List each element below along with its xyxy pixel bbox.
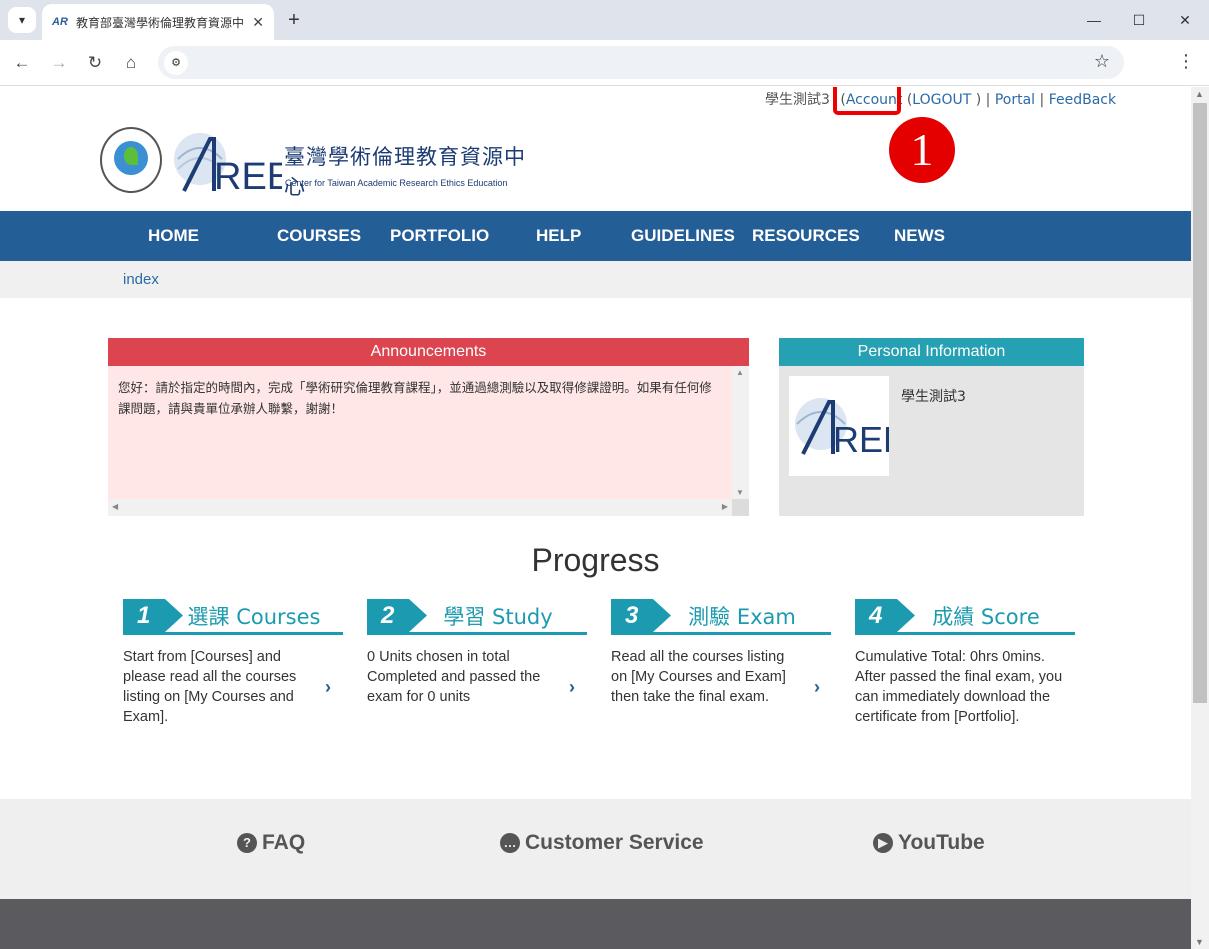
forward-arrow-icon[interactable]: →: [47, 51, 71, 75]
step-label: 測驗 Exam: [688, 605, 796, 629]
home-icon[interactable]: ⌂: [119, 51, 143, 75]
breadcrumb-index[interactable]: index: [123, 271, 159, 288]
tab-search-button[interactable]: ▾: [8, 7, 36, 33]
progress-step-courses: 1 選課 Courses Start from [Courses] and pl…: [123, 599, 343, 727]
personal-info-panel: Personal Information REE 學生測試3: [779, 338, 1084, 516]
nav-guidelines[interactable]: GUIDELINES: [631, 211, 735, 261]
question-icon: ?: [237, 833, 257, 853]
portal-link[interactable]: Portal: [995, 92, 1035, 108]
feedback-link[interactable]: FeedBack: [1049, 92, 1116, 108]
progress-step-exam: 3 測驗 Exam Read all the courses listing o…: [611, 599, 831, 707]
account-highlight-box: [833, 87, 901, 115]
step-text: 0 Units chosen in total Completed and pa…: [367, 649, 541, 705]
browser-tabbar: ▾ AR 教育部臺灣學術倫理教育資源中心 ✕ + — ☐ ✕: [0, 0, 1209, 40]
nav-portfolio[interactable]: PORTFOLIO: [390, 211, 489, 261]
chat-icon: …: [500, 833, 520, 853]
scroll-thumb[interactable]: [1193, 103, 1207, 703]
scroll-down-icon[interactable]: ▼: [736, 488, 744, 497]
announcements-panel: Announcements 您好：請於指定的時間內，完成「學術研究倫理教育課程」…: [108, 338, 749, 516]
nav-home[interactable]: HOME: [148, 211, 199, 261]
logout-link[interactable]: LOGOUT: [912, 92, 971, 108]
step-text: Start from [Courses] and please read all…: [123, 649, 297, 725]
step-number: 1: [123, 599, 183, 632]
scroll-down-icon[interactable]: ▼: [1195, 937, 1204, 947]
announcements-title: Announcements: [108, 338, 749, 366]
step-marker-badge: 1: [889, 117, 955, 183]
main-nav: HOME COURSES PORTFOLIO HELP GUIDELINES R…: [0, 211, 1191, 261]
browser-menu-icon[interactable]: ⋮: [1176, 51, 1196, 72]
footer-bottom: [0, 899, 1191, 949]
new-tab-button[interactable]: +: [284, 8, 304, 32]
nav-courses[interactable]: COURSES: [277, 211, 361, 261]
announcements-vscrollbar[interactable]: ▲ ▼: [732, 366, 749, 499]
footer-links: ? FAQ … Customer Service ▶ YouTube: [0, 799, 1191, 899]
faq-link[interactable]: ? FAQ: [237, 831, 305, 855]
step-number: 2: [367, 599, 427, 632]
browser-toolbar: ← → ↻ ⌂ ⚙ ☆ ⋮: [0, 40, 1209, 86]
step-label: 成績 Score: [932, 605, 1040, 629]
step-text: Read all the courses listing on [My Cour…: [611, 649, 786, 705]
progress-step-score: 4 成績 Score Cumulative Total: 0hrs 0mins.…: [855, 599, 1075, 727]
chevron-right-icon: ›: [325, 677, 331, 697]
avatar: REE: [789, 376, 907, 476]
svg-text:REE: REE: [214, 156, 282, 193]
personal-info-name: 學生測試3: [901, 389, 966, 405]
browser-tab[interactable]: AR 教育部臺灣學術倫理教育資源中心 ✕: [42, 4, 274, 40]
scroll-right-icon[interactable]: ▶: [722, 502, 728, 511]
customer-service-link[interactable]: … Customer Service: [500, 831, 704, 855]
youtube-link[interactable]: ▶ YouTube: [873, 831, 985, 855]
site-favicon-icon: AR: [52, 16, 68, 28]
logo-title-zh: 臺灣學術倫理教育資源中心: [284, 145, 526, 199]
progress-step-study: 2 學習 Study 0 Units chosen in total Compl…: [367, 599, 587, 707]
site-logo[interactable]: REE 臺灣學術倫理教育資源中心 Center for Taiwan Acade…: [100, 127, 530, 199]
page-scrollbar[interactable]: ▲ ▼: [1191, 87, 1209, 949]
tab-title: 教育部臺灣學術倫理教育資源中心: [76, 15, 244, 30]
reload-icon[interactable]: ↻: [83, 51, 107, 75]
scroll-left-icon[interactable]: ◀: [112, 502, 118, 511]
chevron-right-icon: ›: [814, 677, 820, 697]
bookmark-star-icon[interactable]: ☆: [1094, 51, 1110, 72]
announcements-hscrollbar[interactable]: ◀ ▶: [108, 499, 732, 516]
breadcrumb: index: [0, 261, 1191, 298]
announcements-text: 您好：請於指定的時間內，完成「學術研究倫理教育課程」，並通過總測驗以及取得修課證…: [108, 366, 732, 499]
close-window-icon[interactable]: ✕: [1170, 8, 1200, 32]
back-arrow-icon[interactable]: ←: [10, 51, 34, 75]
scroll-up-icon[interactable]: ▲: [1195, 89, 1204, 99]
minimize-icon[interactable]: —: [1079, 8, 1109, 32]
nav-help[interactable]: HELP: [536, 211, 581, 261]
nav-news[interactable]: NEWS: [894, 211, 945, 261]
svg-text:REE: REE: [833, 419, 889, 460]
scroll-up-icon[interactable]: ▲: [736, 368, 744, 377]
site-settings-icon[interactable]: ⚙: [164, 51, 188, 75]
page-viewport: 學生測試3 (Account (LOGOUT ) | Portal | Feed…: [0, 87, 1191, 949]
chevron-right-icon: ›: [569, 677, 575, 697]
close-tab-icon[interactable]: ✕: [252, 14, 264, 31]
address-bar[interactable]: ⚙ ☆: [158, 46, 1124, 79]
logo-title-en: Center for Taiwan Academic Research Ethi…: [285, 178, 508, 188]
username-label: 學生測試3: [765, 92, 830, 108]
moe-seal-icon: [100, 127, 162, 193]
personal-info-title: Personal Information: [779, 338, 1084, 366]
maximize-icon[interactable]: ☐: [1124, 8, 1154, 32]
user-bar: 學生測試3 (Account (LOGOUT ) | Portal | Feed…: [765, 92, 1117, 108]
aree-logo-icon: REE: [174, 133, 282, 193]
progress-title: Progress: [531, 542, 660, 578]
nav-resources[interactable]: RESOURCES: [752, 211, 860, 261]
step-number: 3: [611, 599, 671, 632]
step-text: Cumulative Total: 0hrs 0mins. After pass…: [855, 649, 1063, 725]
youtube-icon: ▶: [873, 833, 893, 853]
step-label: 學習 Study: [443, 605, 553, 629]
aree-avatar-icon: REE: [795, 398, 907, 460]
step-number: 4: [855, 599, 915, 632]
step-label: 選課 Courses: [187, 605, 321, 629]
